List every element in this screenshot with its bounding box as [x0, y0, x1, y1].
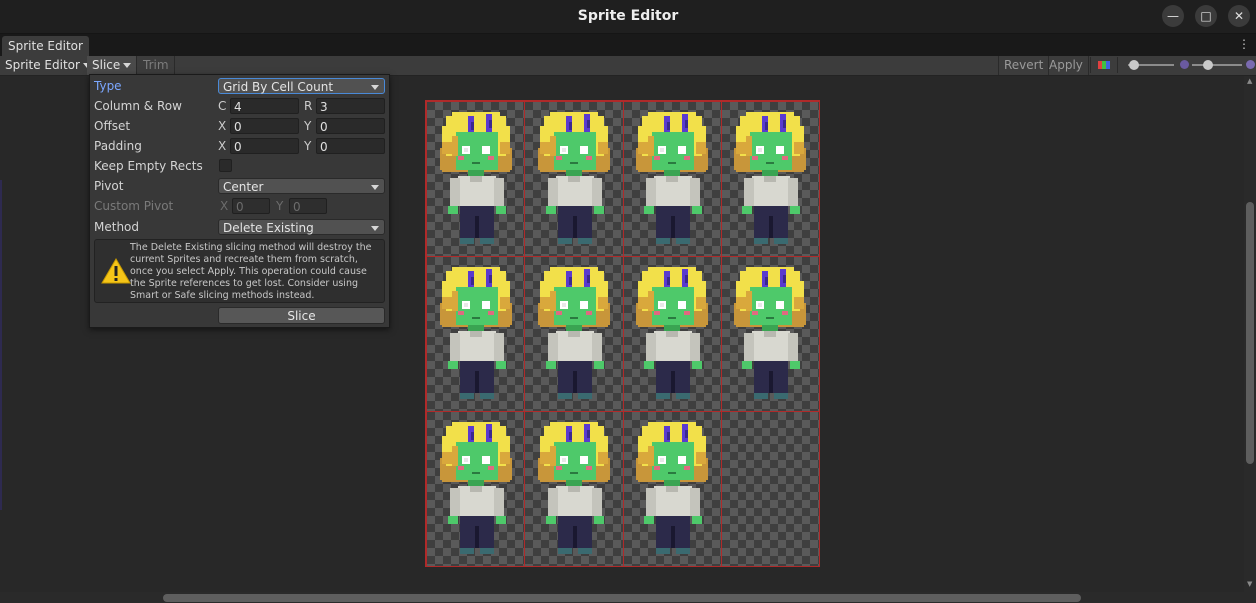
custom-pivot-x-label: X: [220, 199, 229, 213]
sprite-cell[interactable]: [622, 256, 722, 412]
chevron-down-icon: [371, 226, 379, 231]
scroll-up-icon[interactable]: ▲: [1247, 77, 1252, 85]
pivot-dropdown-value: Center: [223, 180, 264, 194]
method-label: Method: [94, 220, 140, 234]
sprite-character: [537, 267, 610, 399]
warning-helpbox: The Delete Existing slicing method will …: [94, 239, 385, 303]
sprite-character: [439, 267, 512, 399]
horizontal-scrollbar[interactable]: [0, 592, 1256, 603]
rgb-channels-icon: [1098, 61, 1110, 69]
minimize-button[interactable]: —: [1162, 5, 1184, 27]
zoom-slider-thumb[interactable]: [1128, 60, 1139, 70]
custom-pivot-x-field: 0: [232, 198, 270, 214]
padding-x-field[interactable]: 0: [230, 138, 299, 154]
sprite-character: [439, 112, 512, 244]
column-row-label: Column & Row: [94, 99, 182, 113]
column-count-field[interactable]: 4: [230, 98, 299, 114]
sprite-character: [734, 267, 807, 399]
vertical-scroll-thumb[interactable]: [1246, 202, 1254, 464]
chevron-down-icon: [371, 85, 379, 90]
offset-y-field[interactable]: 0: [316, 118, 385, 134]
sprite-cell[interactable]: [426, 256, 526, 412]
chevron-down-icon: [371, 185, 379, 190]
sprite-cell[interactable]: [426, 411, 526, 567]
sprite-cell[interactable]: [426, 101, 526, 257]
offset-x-field[interactable]: 0: [230, 118, 299, 134]
sprite-cell[interactable]: [524, 256, 624, 412]
offset-x-label: X: [218, 119, 227, 133]
keep-empty-rects-label: Keep Empty Rects: [94, 159, 203, 173]
offset-y-label: Y: [304, 119, 312, 133]
sprite-character: [734, 112, 807, 244]
mode-dropdown[interactable]: Sprite Editor: [0, 56, 97, 75]
type-label: Type: [94, 79, 122, 93]
slice-panel: Type Grid By Cell Count Column & Row C 4…: [89, 74, 390, 328]
revert-button[interactable]: Revert: [998, 56, 1050, 75]
sprite-cell[interactable]: [524, 411, 624, 567]
custom-pivot-y-label: Y: [276, 199, 284, 213]
tab-sprite-editor[interactable]: Sprite Editor: [2, 36, 89, 56]
mip-small-icon: [1180, 60, 1189, 69]
method-dropdown-value: Delete Existing: [223, 221, 314, 235]
padding-y-field[interactable]: 0: [316, 138, 385, 154]
offset-label: Offset: [94, 119, 131, 133]
sprite-cell[interactable]: [720, 411, 820, 567]
pivot-dropdown[interactable]: Center: [218, 178, 385, 194]
sprite-cell[interactable]: [524, 101, 624, 257]
warning-triangle-icon: [101, 258, 131, 284]
scroll-down-icon[interactable]: ▼: [1247, 580, 1252, 588]
window-title: Sprite Editor: [577, 8, 679, 24]
slice-menu-label: Slice: [92, 58, 121, 72]
tab-bar: Sprite Editor ⋮: [0, 34, 1256, 57]
row-axis-label: R: [304, 99, 313, 113]
method-dropdown[interactable]: Delete Existing: [218, 219, 385, 235]
viewport-edge: [0, 180, 2, 510]
maximize-button[interactable]: □: [1195, 5, 1217, 27]
window-titlebar: Sprite Editor — □ ✕: [0, 0, 1256, 34]
padding-y-label: Y: [304, 139, 312, 153]
sprite-character: [537, 112, 610, 244]
vertical-scrollbar[interactable]: ▲ ▼: [1244, 76, 1256, 592]
keep-empty-rects-checkbox[interactable]: [219, 159, 232, 172]
close-button[interactable]: ✕: [1228, 5, 1250, 27]
sprite-sheet[interactable]: [425, 100, 820, 567]
mode-dropdown-label: Sprite Editor: [5, 58, 80, 72]
mip-large-icon: [1246, 60, 1255, 69]
sprite-character: [636, 112, 709, 244]
mip-slider-thumb[interactable]: [1203, 60, 1213, 70]
type-dropdown[interactable]: Grid By Cell Count: [218, 78, 385, 94]
type-dropdown-value: Grid By Cell Count: [223, 80, 334, 94]
custom-pivot-label: Custom Pivot: [94, 199, 174, 213]
sprite-character: [636, 267, 709, 399]
sprite-cell[interactable]: [720, 256, 820, 412]
mip-slider-track[interactable]: [1192, 64, 1242, 66]
apply-button[interactable]: Apply: [1044, 56, 1089, 75]
padding-label: Padding: [94, 139, 142, 153]
custom-pivot-y-field: 0: [289, 198, 327, 214]
column-axis-label: C: [218, 99, 227, 113]
sprite-character: [636, 422, 709, 554]
pivot-label: Pivot: [94, 179, 124, 193]
sprite-character: [439, 422, 512, 554]
slice-menu-button[interactable]: Slice: [87, 56, 138, 75]
sprite-cell[interactable]: [622, 411, 722, 567]
more-options-icon[interactable]: ⋮: [1238, 37, 1250, 51]
horizontal-scroll-thumb[interactable]: [163, 594, 1081, 602]
padding-x-label: X: [218, 139, 227, 153]
sprite-character: [537, 422, 610, 554]
trim-button[interactable]: Trim: [138, 56, 175, 75]
sprite-cell[interactable]: [622, 101, 722, 257]
editor-toolbar: Sprite Editor Slice Trim Revert Apply: [0, 56, 1256, 76]
color-channel-toggle[interactable]: [1090, 57, 1118, 73]
chevron-down-icon: [123, 63, 132, 68]
sprite-cell[interactable]: [720, 101, 820, 257]
row-count-field[interactable]: 3: [316, 98, 385, 114]
warning-text: The Delete Existing slicing method will …: [130, 242, 372, 301]
slice-button[interactable]: Slice: [218, 307, 385, 324]
